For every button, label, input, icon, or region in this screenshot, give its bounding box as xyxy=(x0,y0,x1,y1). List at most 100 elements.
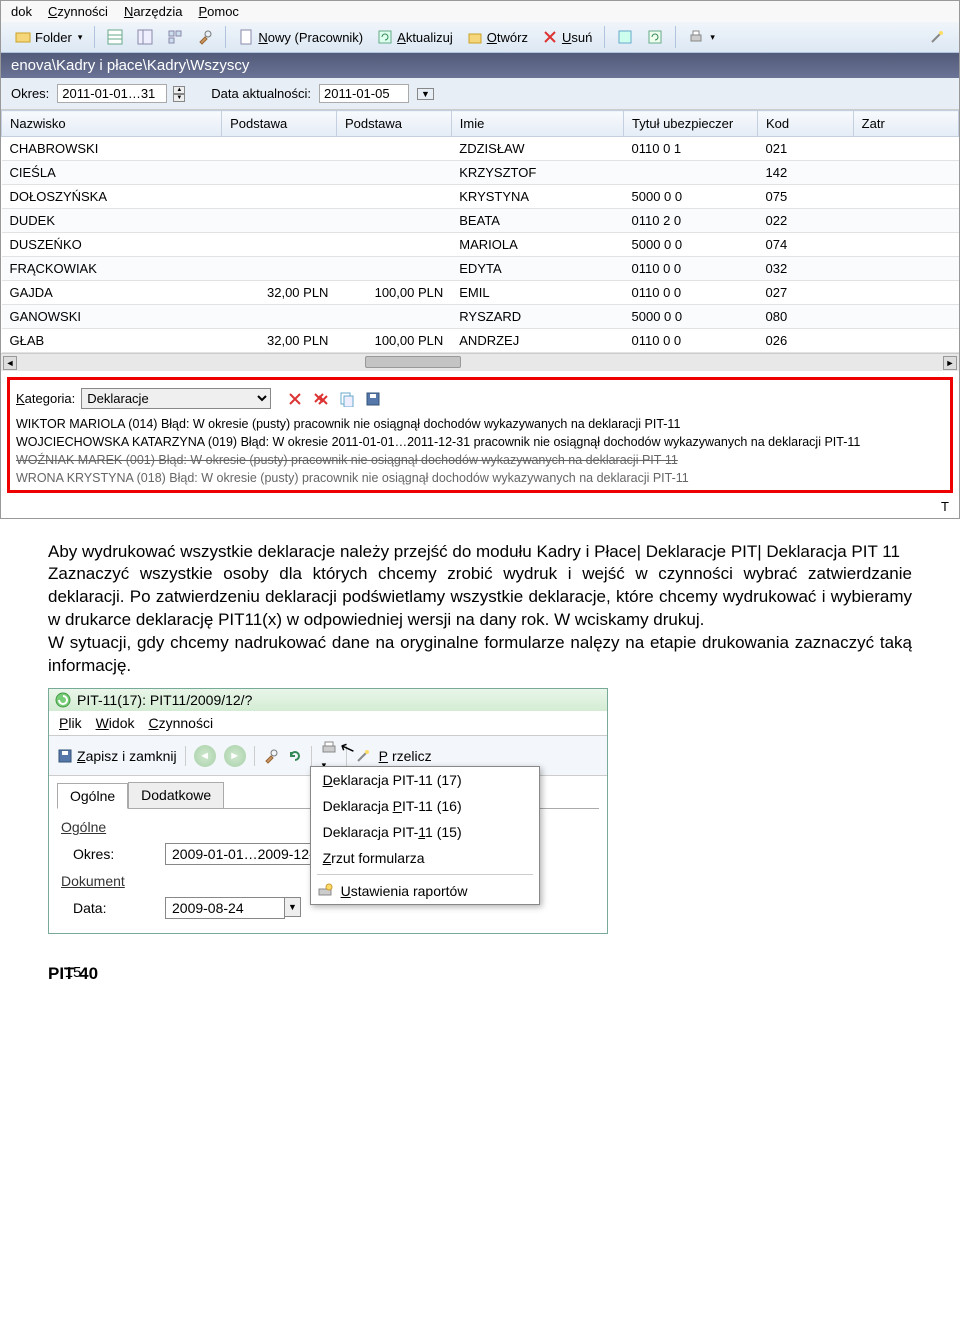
cell: EDYTA xyxy=(451,257,623,281)
tab-dodatkowe[interactable]: Dodatkowe xyxy=(128,782,224,808)
copy-icon[interactable] xyxy=(339,391,355,407)
delete-label: Usuń xyxy=(562,30,592,45)
menu-plik[interactable]: Plik xyxy=(59,715,82,731)
folder-dropdown[interactable]: Folder▾ xyxy=(9,27,88,47)
table-row[interactable]: DUDEKBEATA0110 2 0022 xyxy=(2,209,959,233)
document-body-text: Aby wydrukować wszystkie deklaracje nale… xyxy=(0,519,960,689)
col-kod[interactable]: Kod xyxy=(757,111,853,137)
popup-pit15[interactable]: Deklaracja PIT-11 (15) xyxy=(311,819,539,845)
tab-ogolne[interactable]: Ogólne xyxy=(57,783,128,809)
menu-widok[interactable]: Widok xyxy=(96,715,135,731)
okres-spinner[interactable]: ▲▼ xyxy=(173,86,185,102)
nav-fwd[interactable]: ► xyxy=(224,745,246,767)
kategoria-select[interactable]: Deklaracje xyxy=(81,388,271,409)
tools-icon2[interactable] xyxy=(263,748,279,764)
settings-print-icon xyxy=(317,883,333,899)
cell xyxy=(222,209,337,233)
cell: 027 xyxy=(757,281,853,305)
nav-back[interactable]: ◄ xyxy=(194,745,216,767)
refresh-icon xyxy=(377,29,393,45)
cell xyxy=(336,185,451,209)
view-btn-3[interactable] xyxy=(161,27,189,47)
menu-dok[interactable]: dok xyxy=(11,4,32,19)
data2-dropdown[interactable]: ▼ xyxy=(285,897,301,917)
folder-label: Folder xyxy=(35,30,72,45)
table-row[interactable]: GAJDA32,00 PLN100,00 PLNEMIL0110 0 0027 xyxy=(2,281,959,305)
data-akt-input[interactable] xyxy=(319,84,409,103)
cell xyxy=(853,161,958,185)
cell: CIEŚLA xyxy=(2,161,222,185)
table-row[interactable]: GŁAB32,00 PLN100,00 PLNANDRZEJ0110 0 002… xyxy=(2,329,959,353)
cell: DUSZEŃKO xyxy=(2,233,222,257)
tools-icon[interactable] xyxy=(191,27,219,47)
clear-one-icon[interactable] xyxy=(287,391,303,407)
data-dropdown[interactable]: ▼ xyxy=(417,88,434,100)
menu-narzedzia[interactable]: Narzędzia xyxy=(124,4,183,19)
col-zatr[interactable]: Zatr xyxy=(853,111,958,137)
scroll-right-arrow[interactable]: ► xyxy=(943,356,957,370)
scroll-left-arrow[interactable]: ◄ xyxy=(3,356,17,370)
save-icon[interactable] xyxy=(365,391,381,407)
cell: CHABROWSKI xyxy=(2,137,222,161)
popup-ustawienia[interactable]: Ustawienia raportów xyxy=(311,878,539,904)
printer-icon xyxy=(320,740,338,756)
app2-menubar: Plik Widok Czynności xyxy=(49,711,607,736)
print-popup-menu: Deklaracja PIT-11 (17) Deklaracja PIT-11… xyxy=(310,766,540,905)
error-line-cut: WRONA KRYSTYNA (018) Błąd: W okresie (pu… xyxy=(16,469,944,487)
scroll-thumb[interactable] xyxy=(365,356,461,368)
cell: 32,00 PLN xyxy=(222,329,337,353)
misc-btn-2[interactable] xyxy=(641,27,669,47)
okres-label: Okres: xyxy=(11,86,49,101)
table-row[interactable]: DUSZEŃKOMARIOLA5000 0 0074 xyxy=(2,233,959,257)
okres-input[interactable] xyxy=(57,84,167,103)
cell: 032 xyxy=(757,257,853,281)
folder-icon xyxy=(15,29,31,45)
print-dropdown[interactable]: ▾ ↖ Deklaracja PIT-11 (17) Deklaracja PI… xyxy=(320,740,338,771)
table-row[interactable]: CIEŚLA KRZYSZTOF 142 xyxy=(2,161,959,185)
popup-pit16[interactable]: Deklaracja PIT-11 (16) xyxy=(311,793,539,819)
table-row[interactable]: CHABROWSKIZDZISŁAW0110 0 1021 xyxy=(2,137,959,161)
view-btn-1[interactable] xyxy=(101,27,129,47)
data2-input[interactable] xyxy=(165,897,285,919)
print-button[interactable]: ▾ xyxy=(682,27,721,47)
col-nazwisko[interactable]: Nazwisko xyxy=(2,111,222,137)
update-button[interactable]: Aktualizuj xyxy=(371,27,459,47)
col-tytul[interactable]: Tytuł ubezpieczer xyxy=(624,111,758,137)
error-panel-highlight: Kategoria: Deklaracje WIKTOR MARIOLA (01… xyxy=(7,377,953,493)
cell: KRYSTYNA xyxy=(451,185,623,209)
cell: 142 xyxy=(757,161,853,185)
popup-pit17[interactable]: Deklaracja PIT-11 (17) xyxy=(311,767,539,793)
view-btn-2[interactable] xyxy=(131,27,159,47)
horizontal-scrollbar[interactable]: ◄ ► xyxy=(1,353,959,371)
col-podstawa2[interactable]: Podstawa xyxy=(336,111,451,137)
cell: 0110 0 0 xyxy=(624,329,758,353)
col-imie[interactable]: Imie xyxy=(451,111,623,137)
grid-header-row: Nazwisko Podstawa Podstawa Imie Tytuł ub… xyxy=(2,111,959,137)
wand-button[interactable] xyxy=(923,27,951,47)
cell xyxy=(336,305,451,329)
przelicz-button[interactable]: Przelicz xyxy=(379,748,432,764)
app2-icon xyxy=(55,692,71,708)
menu-czynnosci[interactable]: Czynności xyxy=(48,4,108,19)
cell: 026 xyxy=(757,329,853,353)
para-2: Zaznaczyć wszystkie osoby dla których ch… xyxy=(48,563,912,632)
menu-pomoc[interactable]: Pomoc xyxy=(198,4,238,19)
table-row[interactable]: GANOWSKIRYSZARD5000 0 0080 xyxy=(2,305,959,329)
table-row[interactable]: FRĄCKOWIAKEDYTA0110 0 0032 xyxy=(2,257,959,281)
delete-button[interactable]: Usuń xyxy=(536,27,598,47)
misc-btn-1[interactable] xyxy=(611,27,639,47)
new-button[interactable]: Nowy (Pracownik) xyxy=(232,27,369,47)
cell xyxy=(336,257,451,281)
t-marker: T xyxy=(1,499,959,518)
cell: 075 xyxy=(757,185,853,209)
cell: KRZYSZTOF xyxy=(451,161,623,185)
data2-label: Data: xyxy=(73,900,153,916)
clear-all-icon[interactable] xyxy=(313,391,329,407)
popup-zrzut[interactable]: Zrzut formularza xyxy=(311,845,539,871)
refresh-icon2[interactable] xyxy=(287,748,303,764)
col-podstawa1[interactable]: Podstawa xyxy=(222,111,337,137)
save-close-button[interactable]: Zapisz i zamknij xyxy=(57,748,177,764)
table-row[interactable]: DOŁOSZYŃSKAKRYSTYNA5000 0 0075 xyxy=(2,185,959,209)
menu-czynnosci2[interactable]: Czynności xyxy=(148,715,213,731)
open-button[interactable]: Otwórz xyxy=(461,27,534,47)
